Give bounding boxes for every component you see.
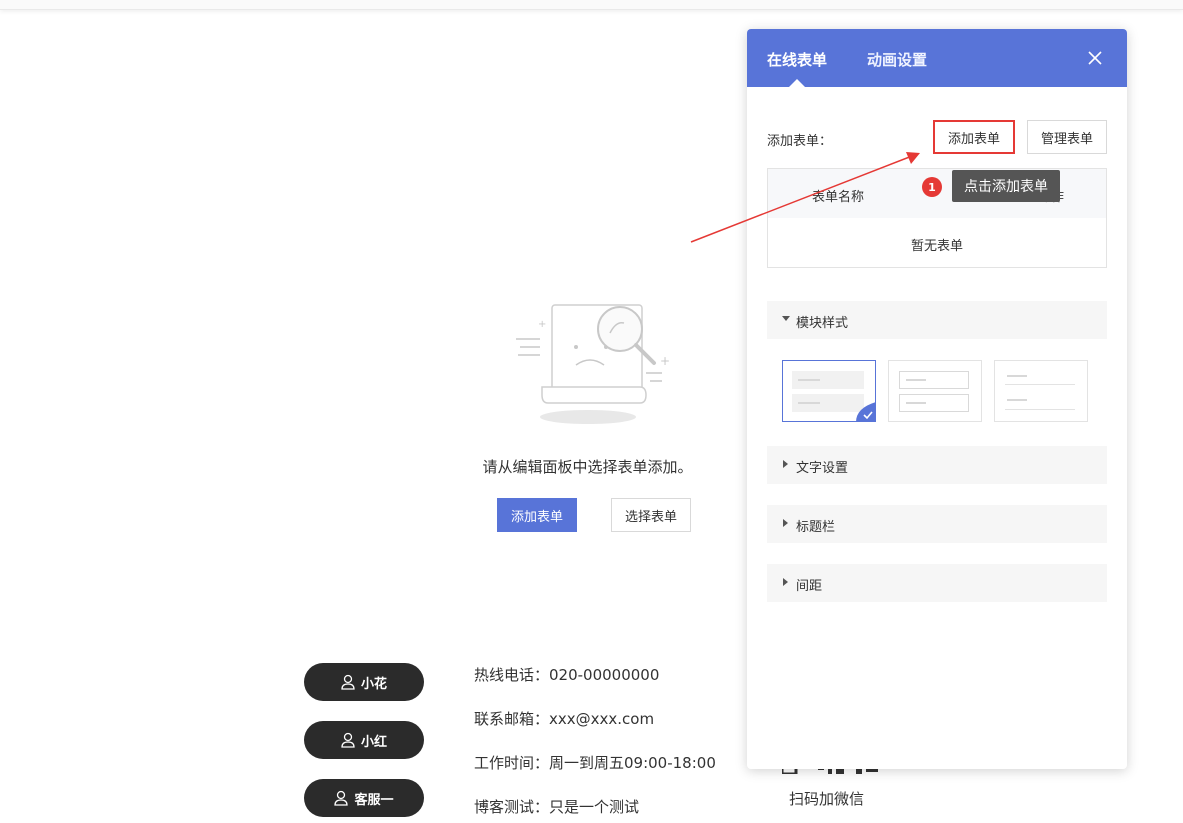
service-label: 客服一 <box>354 792 394 808</box>
service-button-kefu1[interactable]: 客服一 <box>304 779 424 817</box>
service-button-xiaohua[interactable]: 小花 <box>304 663 424 701</box>
service-label: 小花 <box>360 676 387 692</box>
chevron-right-icon <box>783 519 788 527</box>
panel-add-form-button[interactable]: 添加表单 <box>933 120 1015 154</box>
guide-tooltip: 点击添加表单 <box>952 170 1060 202</box>
user-icon <box>341 674 355 690</box>
section-spacing[interactable]: 间距 <box>767 564 1107 602</box>
svg-text:+: + <box>660 354 670 368</box>
section-text-settings[interactable]: 文字设置 <box>767 446 1107 484</box>
chevron-down-icon <box>782 316 790 321</box>
panel-header: 在线表单 动画设置 <box>747 29 1127 87</box>
annotation-arrow <box>690 152 920 243</box>
style-option-3[interactable] <box>994 360 1088 422</box>
contact-email: 联系邮箱：xxx@xxx.com <box>474 710 655 728</box>
section-title: 间距 <box>796 579 823 594</box>
chevron-right-icon <box>783 578 788 586</box>
style-option-2[interactable] <box>888 360 982 422</box>
empty-state-message: 请从编辑面板中选择表单添加。 <box>482 458 693 476</box>
svg-text:+: + <box>538 319 546 330</box>
select-form-button[interactable]: 选择表单 <box>611 498 691 532</box>
section-title-bar[interactable]: 标题栏 <box>767 505 1107 543</box>
user-icon <box>341 732 355 748</box>
user-icon <box>334 790 349 806</box>
add-form-button[interactable]: 添加表单 <box>497 498 577 532</box>
section-title: 文字设置 <box>796 461 849 476</box>
active-tab-indicator <box>789 79 805 87</box>
tab-online-form[interactable]: 在线表单 <box>767 49 827 70</box>
service-label: 小红 <box>360 734 387 750</box>
close-icon[interactable] <box>1086 49 1104 67</box>
empty-form-illustration: + + <box>516 304 670 424</box>
section-title: 模块样式 <box>796 316 849 331</box>
chevron-right-icon <box>783 460 788 468</box>
selected-check-icon <box>856 402 876 422</box>
contact-hotline: 热线电话：020-00000000 <box>474 666 660 684</box>
section-module-style[interactable]: 模块样式 <box>767 301 1107 339</box>
top-toolbar <box>0 0 1183 10</box>
style-option-1[interactable] <box>782 360 876 422</box>
qr-label: 扫码加微信 <box>789 790 865 808</box>
section-title: 标题栏 <box>796 520 836 535</box>
contact-blog: 博客测试：只是一个测试 <box>474 798 640 816</box>
manage-form-button[interactable]: 管理表单 <box>1027 120 1107 154</box>
contact-hours: 工作时间：周一到周五09:00-18:00 <box>474 754 716 772</box>
tab-animation-settings[interactable]: 动画设置 <box>867 49 927 70</box>
service-button-xiaohong[interactable]: 小红 <box>304 721 424 759</box>
